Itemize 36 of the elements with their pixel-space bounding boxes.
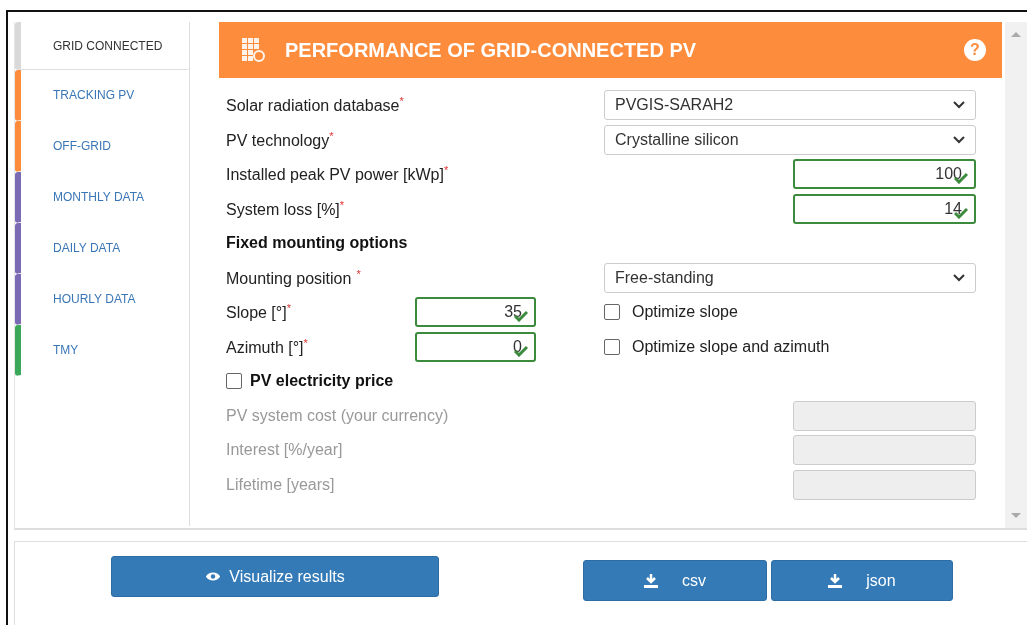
- eye-icon: [205, 571, 222, 582]
- download-icon: [644, 573, 658, 588]
- field-label: Azimuth [°]$^{*}$: [226, 336, 309, 357]
- visualize-button[interactable]: Visualize results: [111, 556, 439, 597]
- input-field[interactable]: 35: [415, 297, 536, 328]
- dropdown[interactable]: PVGIS-SARAH2: [604, 90, 976, 121]
- field-label: Mounting position $^{*}$: [226, 267, 362, 288]
- input-field[interactable]: 100: [793, 159, 976, 190]
- checkbox-label: Optimize slope: [632, 303, 738, 322]
- sidebar-tab[interactable]: GRID CONNECTED: [15, 22, 189, 70]
- checkbox-label: Optimize slope and azimuth: [632, 337, 830, 356]
- download-button[interactable]: json: [771, 560, 953, 601]
- field-label: Installed peak PV power [kWp]$^{*}$: [226, 164, 450, 185]
- field-label: Lifetime [years]: [226, 475, 336, 494]
- checkbox[interactable]: [226, 373, 242, 390]
- chevron-down-icon: [953, 135, 965, 144]
- field-label: System loss [%]$^{*}$: [226, 198, 346, 219]
- download-icon: [828, 573, 843, 588]
- download-button[interactable]: csv: [583, 560, 767, 601]
- field-label: Solar radiation database$^{*}$: [226, 95, 405, 116]
- solar-panel-icon: [241, 37, 265, 63]
- checkbox[interactable]: [604, 304, 620, 321]
- dropdown[interactable]: Free-standing: [604, 262, 976, 293]
- field-label: Interest [%/year]: [226, 441, 344, 460]
- chevron-down-icon: [953, 273, 965, 282]
- panel-title: PERFORMANCE OF GRID-CONNECTED PV: [285, 38, 698, 62]
- field-label: Slope [°]$^{*}$: [226, 302, 292, 323]
- input-field[interactable]: 0: [415, 331, 536, 362]
- checkbox[interactable]: [604, 338, 620, 355]
- field-label: PV technology$^{*}$: [226, 129, 335, 150]
- field-label: PV system cost (your currency): [226, 406, 450, 425]
- input-field[interactable]: 14: [793, 193, 976, 224]
- dropdown[interactable]: Crystalline silicon: [604, 124, 976, 155]
- chevron-down-icon: [953, 101, 965, 110]
- checkbox-label: PV electricity price: [250, 372, 394, 391]
- section-heading: Fixed mounting options: [226, 234, 409, 253]
